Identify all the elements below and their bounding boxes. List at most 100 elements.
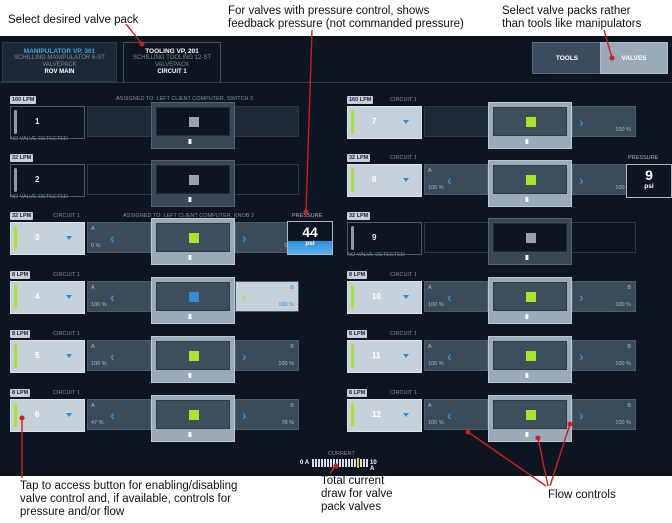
current-min: 0 A: [300, 460, 310, 466]
grip-handle-icon: III: [525, 139, 529, 146]
valve-indicator: [493, 400, 567, 429]
callout-pressure-1: For valves with pressure control, shows: [228, 5, 430, 17]
valve-state-square: [526, 233, 536, 243]
flow-a-decrease-button[interactable]: A ‹ 0 %: [87, 222, 151, 253]
valve-number: 10: [372, 292, 381, 301]
port-b-label: B: [290, 285, 294, 291]
tab-circuit: ROV MAIN: [44, 69, 75, 75]
flow-b-value: 100 %: [615, 127, 631, 133]
tab-manipulator-vp[interactable]: MANIPULATOR VP, 301 SCHILLING MANIPULATO…: [2, 42, 117, 82]
tools-toggle-button[interactable]: TOOLS: [532, 42, 602, 74]
circuit-label: CIRCUIT 1: [53, 272, 80, 278]
flow-control-10[interactable]: A ‹ 100 % › B 100 % III: [424, 277, 636, 324]
valve-toggle-9[interactable]: 9: [347, 222, 422, 255]
flow-a-decrease-button[interactable]: A ‹ 100 %: [87, 281, 151, 312]
valve-indicator: [156, 400, 230, 429]
valve-state-square: [526, 410, 536, 420]
valve-enable-button[interactable]: III: [488, 277, 572, 324]
flow-b-increase-button[interactable]: › 100 %: [572, 106, 636, 137]
flow-control-4[interactable]: A ‹ 100 % › B 100 % III: [87, 277, 299, 324]
flow-a-decrease-button[interactable]: A ‹ 47 %: [87, 399, 151, 430]
port-a-label: A: [428, 285, 432, 291]
flow-b-increase-button[interactable]: › B 100 %: [572, 340, 636, 371]
valve-number: 3: [35, 233, 40, 242]
valve-toggle-5[interactable]: 5: [10, 340, 85, 373]
valve-enable-button[interactable]: III: [151, 395, 235, 442]
flow-control-5[interactable]: A ‹ 100 % › B 100 % III: [87, 336, 299, 383]
flow-control-8[interactable]: A‹100 %›B100 %III: [424, 160, 636, 207]
flow-b-increase-button[interactable]: › B 100 %: [235, 281, 299, 312]
valve-enable-button[interactable]: III: [488, 336, 572, 383]
chevron-right-icon: ›: [579, 172, 584, 188]
port-a-label: A: [428, 168, 432, 174]
valves-toggle-button[interactable]: VALVES: [600, 42, 668, 74]
lpm-badge: 8 LPM: [10, 389, 31, 397]
valve-enable-button[interactable]: III: [488, 102, 572, 149]
valve-toggle-10[interactable]: 10: [347, 281, 422, 314]
valve-enable-button[interactable]: III: [151, 160, 235, 207]
valve-number: 11: [372, 351, 381, 360]
flow-control-2[interactable]: III: [87, 160, 299, 207]
valve-toggle-1[interactable]: 1: [10, 106, 85, 139]
flow-control-1[interactable]: III: [87, 102, 299, 149]
flow-b-value: 78 %: [281, 420, 294, 426]
valve-number: 12: [372, 410, 381, 419]
grip-handle-icon: III: [525, 432, 529, 439]
valve-enable-button[interactable]: III: [151, 218, 235, 265]
tab-tooling-vp[interactable]: TOOLING VP, 201 SCHILLING TOOLING 12-ST …: [123, 42, 221, 83]
lpm-badge: 8 LPM: [347, 271, 368, 279]
dropdown-arrow-icon: [403, 178, 409, 182]
assignment-label: ASSIGNED TO: LEFT CLIENT COMPUTER, KNOB …: [123, 213, 255, 219]
callout-select-pack: Select desired valve pack: [8, 14, 139, 26]
grip-handle-icon: III: [188, 314, 192, 321]
chevron-left-icon: ‹: [110, 289, 115, 305]
valve-enable-button[interactable]: III: [488, 160, 572, 207]
valve-toggle-7[interactable]: 7: [347, 106, 422, 139]
flow-control-11[interactable]: A ‹ 100 % › B 100 % III: [424, 336, 636, 383]
flow-a-decrease-button[interactable]: A ‹ 100 %: [87, 340, 151, 371]
valve-toggle-4[interactable]: 4: [10, 281, 85, 314]
flow-control-9[interactable]: III: [424, 218, 636, 265]
valve-toggle-3[interactable]: 3: [10, 222, 85, 255]
valve-toggle-12[interactable]: 12: [347, 399, 422, 432]
current-meter: CURRENT 0 A 10 A: [300, 451, 380, 472]
flow-b-increase-button[interactable]: › B 100 %: [572, 281, 636, 312]
valve-enable-button[interactable]: III: [151, 277, 235, 324]
valve-toggle-8[interactable]: 8: [347, 164, 422, 197]
valve-indicator: [493, 282, 567, 311]
callout-select-tools-2: than tools like manipulators: [502, 18, 642, 30]
valve-toggle-2[interactable]: 2: [10, 164, 85, 197]
grip-handle-icon: III: [188, 197, 192, 204]
flow-control-12[interactable]: A ‹ 100 % › B 100 % III: [424, 395, 636, 442]
flow-b-increase-button[interactable]: › B 78 %: [235, 399, 299, 430]
valve-state-square: [189, 292, 199, 302]
valve-indicator: [156, 107, 230, 136]
callout-flow-controls: Flow controls: [548, 489, 616, 501]
flow-control-3[interactable]: A‹0 %›B0 %III: [87, 218, 299, 265]
flow-control-7[interactable]: › 100 % III: [424, 102, 636, 149]
valve-enable-button[interactable]: III: [488, 395, 572, 442]
flow-control-6[interactable]: A ‹ 47 % › B 78 % III: [87, 395, 299, 442]
valve-state-square: [526, 117, 536, 127]
valve-toggle-11[interactable]: 11: [347, 340, 422, 373]
flow-a-decrease-button[interactable]: A ‹ 100 %: [424, 281, 488, 312]
callout-select-tools-1: Select valve packs rather: [502, 5, 631, 17]
flow-a-decrease-button[interactable]: A ‹ 100 %: [424, 399, 488, 430]
flow-b-increase-button[interactable]: › B 100 %: [572, 399, 636, 430]
flow-a-decrease-button[interactable]: A ‹ 100 %: [424, 340, 488, 371]
flow-a-value: 100 %: [428, 302, 444, 308]
port-a-label: A: [91, 344, 95, 350]
lpm-badge: 160 LPM: [10, 96, 37, 104]
valve-toggle-6[interactable]: 6: [10, 399, 85, 432]
valve-enable-button[interactable]: III: [488, 218, 572, 265]
valve-indicator: [156, 282, 230, 311]
chevron-left-icon: ‹: [110, 407, 115, 423]
valve-enable-button[interactable]: III: [151, 102, 235, 149]
flow-a-decrease-button[interactable]: A ‹ 100 %: [424, 164, 488, 195]
callout-tap-2: valve control and, if available, control…: [20, 493, 231, 505]
valve-enable-button[interactable]: III: [151, 336, 235, 383]
valve-status-bar: [351, 285, 354, 309]
port-a-label: A: [91, 285, 95, 291]
flow-b-increase-button[interactable]: › B 100 %: [235, 340, 299, 371]
valve-number: 5: [35, 351, 40, 360]
